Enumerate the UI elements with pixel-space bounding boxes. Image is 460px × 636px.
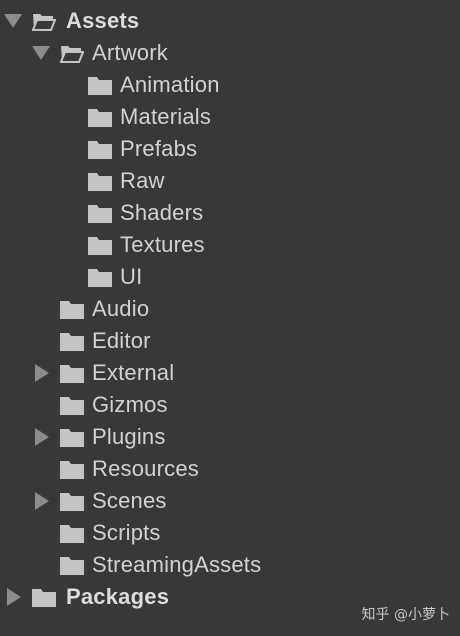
tree-item-editor[interactable]: Editor bbox=[0, 325, 460, 357]
tree-item-shaders[interactable]: Shaders bbox=[0, 197, 460, 229]
folder-icon bbox=[88, 172, 112, 191]
tree-item-label: Audio bbox=[92, 296, 150, 321]
expand-arrow-icon[interactable] bbox=[32, 46, 50, 60]
collapse-arrow-icon[interactable] bbox=[35, 492, 49, 510]
tree-item-raw[interactable]: Raw bbox=[0, 165, 460, 197]
tree-item-label: Shaders bbox=[120, 200, 204, 225]
tree-item-label: Packages bbox=[66, 584, 170, 609]
folder-icon bbox=[88, 76, 112, 95]
folder-icon bbox=[60, 364, 84, 383]
folder-icon bbox=[60, 428, 84, 447]
folder-icon bbox=[60, 492, 84, 511]
tree-item-label: UI bbox=[120, 264, 143, 289]
folder-open-icon bbox=[31, 12, 57, 31]
tree-item-label: External bbox=[92, 360, 175, 385]
collapse-arrow-icon[interactable] bbox=[35, 364, 49, 382]
folder-icon bbox=[88, 108, 112, 127]
tree-item-scenes[interactable]: Scenes bbox=[0, 485, 460, 517]
tree-item-label: Assets bbox=[66, 8, 140, 33]
folder-icon bbox=[88, 236, 112, 255]
tree-item-resources[interactable]: Resources bbox=[0, 453, 460, 485]
expand-arrow-icon[interactable] bbox=[4, 14, 22, 28]
tree-item-label: Resources bbox=[92, 456, 199, 481]
tree-item-scripts[interactable]: Scripts bbox=[0, 517, 460, 549]
tree-item-assets[interactable]: Assets bbox=[0, 5, 460, 37]
tree-item-prefabs[interactable]: Prefabs bbox=[0, 133, 460, 165]
project-tree: Assets Artwork Animation Materials Prefa… bbox=[0, 0, 460, 636]
tree-item-artwork[interactable]: Artwork bbox=[0, 37, 460, 69]
folder-icon bbox=[60, 332, 84, 351]
tree-item-label: Editor bbox=[92, 328, 151, 353]
tree-item-label: Artwork bbox=[92, 40, 168, 65]
tree-item-audio[interactable]: Audio bbox=[0, 293, 460, 325]
folder-open-icon bbox=[59, 44, 85, 63]
tree-item-label: Gizmos bbox=[92, 392, 168, 417]
tree-item-label: Animation bbox=[120, 72, 220, 97]
tree-item-label: Plugins bbox=[92, 424, 166, 449]
collapse-arrow-icon[interactable] bbox=[35, 428, 49, 446]
folder-icon bbox=[60, 300, 84, 319]
tree-item-gizmos[interactable]: Gizmos bbox=[0, 389, 460, 421]
tree-item-label: Materials bbox=[120, 104, 212, 129]
folder-icon bbox=[88, 204, 112, 223]
folder-icon bbox=[32, 588, 56, 607]
tree-item-ui[interactable]: UI bbox=[0, 261, 460, 293]
collapse-arrow-icon[interactable] bbox=[7, 588, 21, 606]
folder-icon bbox=[60, 396, 84, 415]
tree-item-animation[interactable]: Animation bbox=[0, 69, 460, 101]
tree-item-external[interactable]: External bbox=[0, 357, 460, 389]
folder-icon bbox=[88, 140, 112, 159]
tree-item-plugins[interactable]: Plugins bbox=[0, 421, 460, 453]
tree-item-label: Raw bbox=[120, 168, 165, 193]
folder-icon bbox=[60, 460, 84, 479]
tree-item-label: Scenes bbox=[92, 488, 167, 513]
folder-icon bbox=[60, 556, 84, 575]
tree-item-materials[interactable]: Materials bbox=[0, 101, 460, 133]
folder-icon bbox=[60, 524, 84, 543]
tree-item-streamingassets[interactable]: StreamingAssets bbox=[0, 549, 460, 581]
tree-item-textures[interactable]: Textures bbox=[0, 229, 460, 261]
tree-item-label: Prefabs bbox=[120, 136, 198, 161]
folder-icon bbox=[88, 268, 112, 287]
watermark: 知乎 @小萝卜 bbox=[361, 607, 450, 623]
tree-item-label: Scripts bbox=[92, 520, 161, 545]
tree-item-label: StreamingAssets bbox=[92, 552, 262, 577]
tree-item-label: Textures bbox=[120, 232, 205, 257]
